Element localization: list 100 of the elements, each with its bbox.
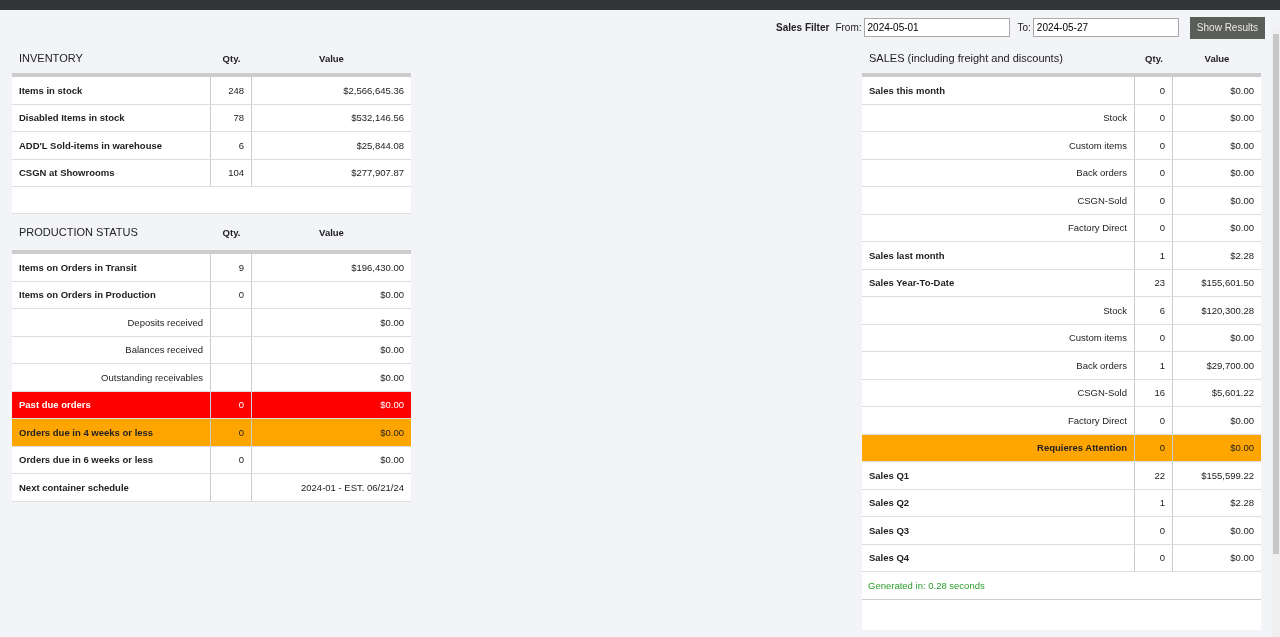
- value-cell: $0.00: [1230, 194, 1254, 206]
- qty-cell: 0: [1159, 524, 1165, 536]
- qty-cell: 22: [1154, 469, 1165, 481]
- value-cell: $155,601.50: [1201, 277, 1254, 289]
- row-label: CSGN at Showrooms: [19, 167, 115, 179]
- qty-cell: 0: [238, 289, 244, 301]
- qty-cell: 1: [1159, 497, 1165, 509]
- show-results-button[interactable]: Show Results: [1189, 16, 1265, 39]
- qty-cell: 0: [1159, 194, 1165, 206]
- row-label: Sales last month: [869, 249, 945, 261]
- value-cell: $0.00: [380, 316, 404, 328]
- value-cell: $0.00: [1230, 524, 1254, 536]
- value-cell: $0.00: [380, 454, 404, 466]
- value-cell: $0.00: [1230, 222, 1254, 234]
- qty-cell: 0: [238, 454, 244, 466]
- scrollbar[interactable]: [1272, 28, 1280, 637]
- value-cell: $196,430.00: [351, 261, 404, 273]
- row-label: Orders due in 6 weeks or less: [19, 454, 154, 466]
- column-header: Qty.: [1144, 52, 1164, 64]
- row-label: Stock: [1103, 112, 1127, 124]
- value-cell: $277,907.87: [351, 167, 404, 179]
- row-label: Factory Direct: [1067, 222, 1127, 234]
- value-cell: $0.00: [380, 399, 404, 411]
- row-label: Custom items: [1068, 139, 1127, 151]
- table-title: SALES (including freight and discounts): [868, 52, 1064, 64]
- generated-time-text: Generated in: 0.28 seconds: [868, 580, 985, 591]
- value-cell: $0.00: [1230, 414, 1254, 426]
- row-label: Next container schedule: [19, 481, 129, 493]
- value-cell: $0.00: [1230, 84, 1254, 96]
- scrollbar-thumb[interactable]: [1273, 34, 1279, 554]
- row-label: Items in stock: [19, 84, 83, 96]
- row-label: Sales Year-To-Date: [869, 277, 955, 289]
- row-label: Custom items: [1068, 332, 1127, 344]
- to-label: To:: [1017, 22, 1031, 33]
- column-header: Value: [318, 226, 345, 238]
- value-cell: $2,566,645.36: [343, 84, 404, 96]
- qty-cell: 1: [1159, 359, 1165, 371]
- value-cell: $0.00: [1230, 442, 1254, 454]
- qty-cell: 6: [1159, 304, 1165, 316]
- qty-cell: 78: [233, 112, 244, 124]
- value-cell: $0.00: [380, 371, 404, 383]
- column-header: Qty.: [221, 52, 242, 64]
- row-label: Back orders: [1076, 359, 1127, 371]
- row-label: Orders due in 4 weeks or less: [19, 426, 154, 438]
- row-label: CSGN-Sold: [1077, 194, 1127, 206]
- value-cell: $0.00: [1230, 332, 1254, 344]
- qty-cell: 0: [238, 399, 244, 411]
- row-label: Factory Direct: [1067, 414, 1127, 426]
- qty-cell: 0: [1159, 84, 1165, 96]
- value-cell: $0.00: [1230, 139, 1254, 151]
- qty-cell: 0: [1159, 332, 1165, 344]
- table-title: INVENTORY: [18, 52, 84, 64]
- row-label: Back orders: [1076, 167, 1127, 179]
- from-label: From:: [835, 22, 862, 33]
- value-cell: $0.00: [380, 289, 404, 301]
- value-cell: $0.00: [1230, 112, 1254, 124]
- row-label: Disabled Items in stock: [19, 112, 125, 124]
- column-header: Value: [1203, 52, 1231, 64]
- qty-cell: 0: [1159, 552, 1165, 564]
- qty-cell: 6: [238, 139, 244, 151]
- qty-cell: 16: [1154, 387, 1165, 399]
- from-date-field[interactable]: 2024-05-01: [863, 18, 1010, 37]
- row-label: Outstanding receivables: [101, 371, 203, 383]
- value-cell: 2024-01 - EST. 06/21/24: [301, 481, 404, 493]
- row-label: Balances received: [125, 344, 203, 356]
- value-cell: $0.00: [1230, 167, 1254, 179]
- to-date-field[interactable]: 2024-05-27: [1032, 18, 1179, 37]
- row-label: Past due orders: [19, 399, 91, 411]
- row-label: Stock: [1103, 304, 1127, 316]
- qty-cell: 0: [1159, 222, 1165, 234]
- row-label: ADD'L Sold-items in warehouse: [19, 139, 163, 151]
- row-label: Sales Q3: [869, 524, 910, 536]
- row-label: Sales Q2: [869, 497, 910, 509]
- table-title: PRODUCTION STATUS: [18, 226, 139, 238]
- qty-cell: 9: [238, 261, 244, 273]
- value-cell: $2.28: [1230, 249, 1254, 261]
- qty-cell: 0: [1159, 414, 1165, 426]
- column-header: Qty.: [221, 226, 242, 238]
- row-label: Sales Q4: [869, 552, 910, 564]
- value-cell: $532,146.56: [351, 112, 404, 124]
- value-cell: $0.00: [380, 344, 404, 356]
- qty-cell: 1: [1159, 249, 1165, 261]
- value-cell: $5,601.22: [1211, 387, 1254, 399]
- row-label: Requieres Attention: [1037, 442, 1127, 454]
- qty-cell: 0: [1159, 442, 1165, 454]
- qty-cell: 248: [228, 84, 244, 96]
- value-cell: $0.00: [1230, 552, 1254, 564]
- row-label: Sales this month: [869, 84, 945, 96]
- filter-label: Sales Filter: [776, 22, 830, 33]
- row-label: Deposits received: [127, 316, 203, 328]
- row-label: Items on Orders in Transit: [19, 261, 137, 273]
- value-cell: $0.00: [380, 426, 404, 438]
- qty-cell: 0: [1159, 139, 1165, 151]
- value-cell: $155,599.22: [1201, 469, 1254, 481]
- qty-cell: 0: [1159, 112, 1165, 124]
- value-cell: $2.28: [1230, 497, 1254, 509]
- qty-cell: 0: [238, 426, 244, 438]
- row-label: Items on Orders in Production: [19, 289, 156, 301]
- row-label: CSGN-Sold: [1077, 387, 1127, 399]
- value-cell: $29,700.00: [1206, 359, 1254, 371]
